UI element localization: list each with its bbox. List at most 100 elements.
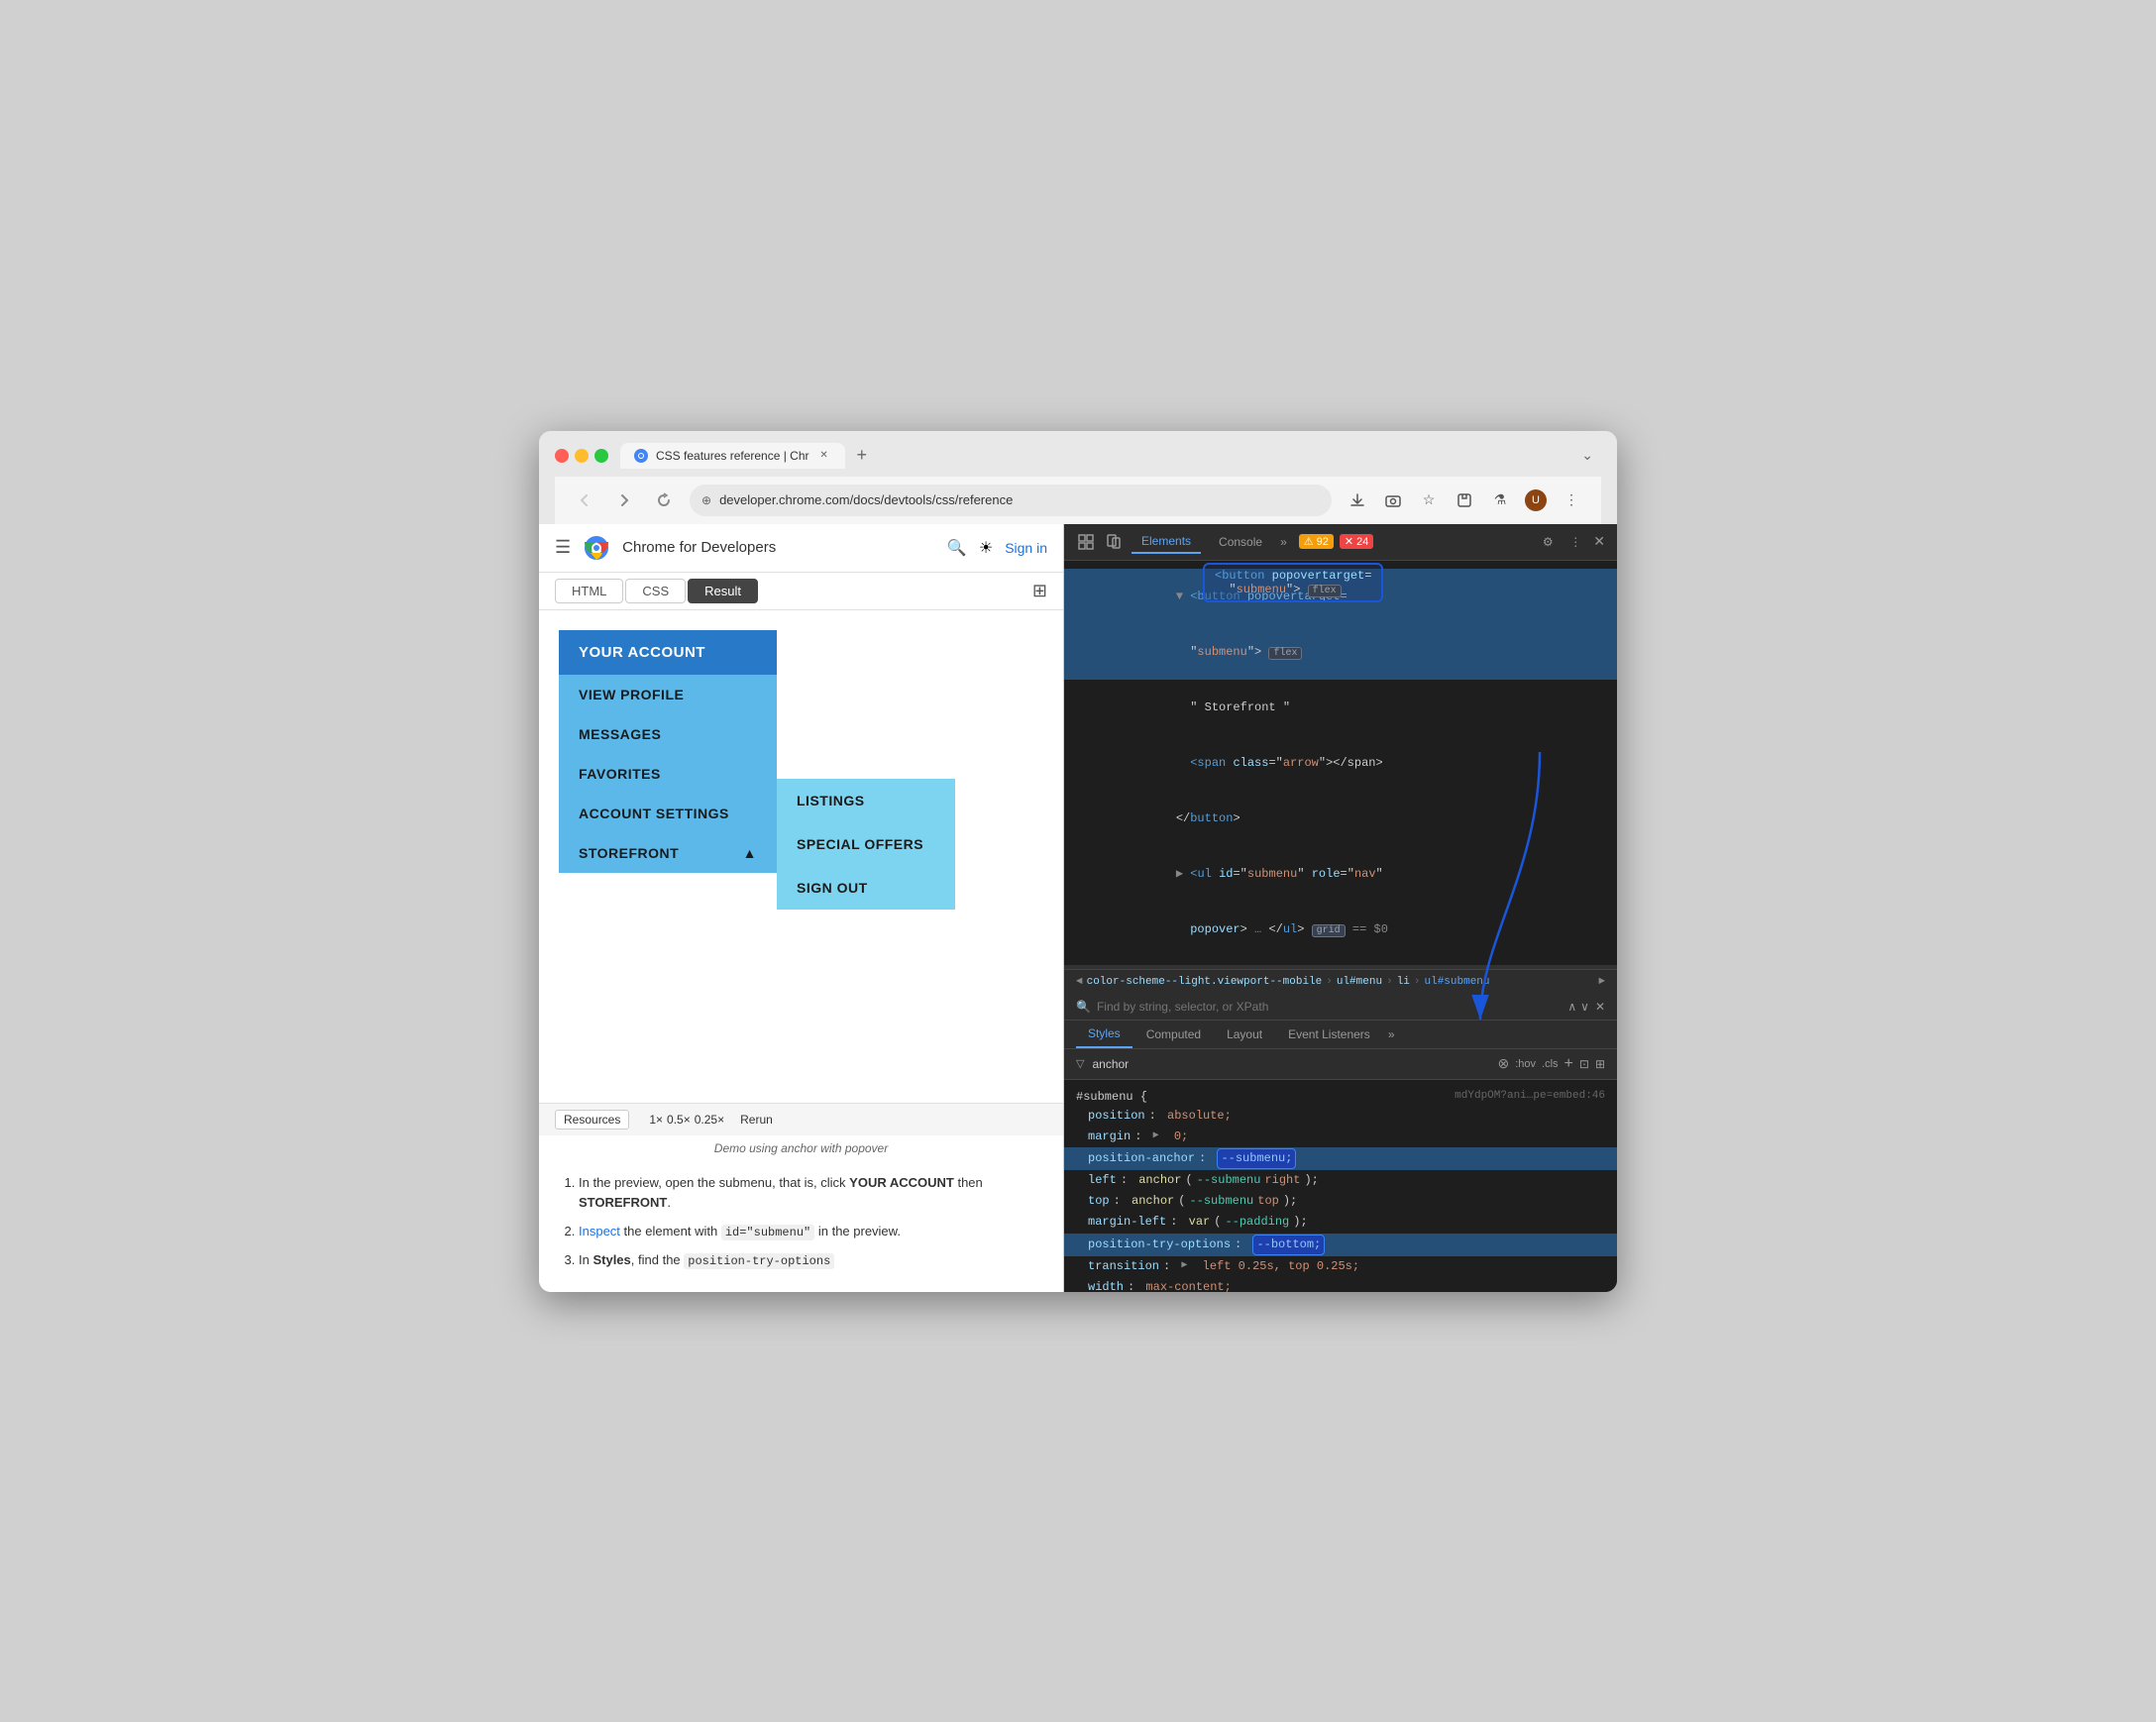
listings-item[interactable]: LISTINGS bbox=[777, 779, 955, 822]
extensions-icon[interactable] bbox=[1451, 486, 1478, 514]
error-badge: ✕ 24 bbox=[1340, 534, 1373, 549]
address-bar[interactable]: ⊕ developer.chrome.com/docs/devtools/css… bbox=[690, 484, 1332, 516]
html-tab[interactable]: HTML bbox=[555, 579, 623, 603]
css-prop-transition: transition: ▶ left 0.25s, top 0.25s; bbox=[1064, 1256, 1617, 1277]
device-toggle-icon[interactable] bbox=[1104, 532, 1124, 552]
html-callout-box: <button popovertarget= "submenu"> flex bbox=[1203, 563, 1383, 602]
mult-1x-button[interactable]: 1× bbox=[649, 1113, 663, 1127]
labs-icon[interactable]: ⚗ bbox=[1486, 486, 1514, 514]
instruction-3: In Styles, find the position-try-options bbox=[579, 1250, 1043, 1271]
refresh-button[interactable] bbox=[650, 486, 678, 514]
more-styles-tabs[interactable]: » bbox=[1388, 1027, 1395, 1041]
html-line-2[interactable]: "submenu"> flex bbox=[1064, 624, 1617, 680]
instructions: In the preview, open the submenu, that i… bbox=[539, 1161, 1063, 1292]
mult-05x-button[interactable]: 0.5× bbox=[667, 1113, 691, 1127]
more-options-icon[interactable]: ⋮ bbox=[1565, 532, 1585, 552]
rerun-button[interactable]: Rerun bbox=[740, 1113, 773, 1127]
favorites-item[interactable]: FAVORITES bbox=[559, 754, 777, 794]
warning-badge: ⚠ 92 bbox=[1299, 534, 1334, 549]
download-icon[interactable] bbox=[1344, 486, 1371, 514]
resources-label[interactable]: Resources bbox=[555, 1110, 629, 1130]
minimize-traffic-light[interactable] bbox=[575, 449, 589, 463]
breadcrumb-bar: ◄ color-scheme--light.viewport--mobile ›… bbox=[1064, 969, 1617, 994]
maximize-traffic-light[interactable] bbox=[594, 449, 608, 463]
filter-bar: ▽ ⊗ :hov .cls + ⊡ ⊞ bbox=[1064, 1049, 1617, 1080]
close-traffic-light[interactable] bbox=[555, 449, 569, 463]
storefront-item[interactable]: STOREFRONT ▲ bbox=[559, 833, 777, 873]
html-line-5[interactable]: </button> bbox=[1064, 791, 1617, 846]
browser-tab[interactable]: CSS features reference | Chr ✕ bbox=[620, 443, 845, 469]
search-arrows: ∧ ∨ bbox=[1567, 1000, 1589, 1014]
demo-area: YOUR ACCOUNT VIEW PROFILE MESSAGES FAVOR… bbox=[539, 610, 1063, 1103]
title-bar: CSS features reference | Chr ✕ + ⌄ ⊕ dev… bbox=[539, 431, 1617, 524]
special-offers-item[interactable]: SPECIAL OFFERS bbox=[777, 822, 955, 866]
html-line-7[interactable]: popover> … </ul> grid == $0 bbox=[1064, 902, 1617, 957]
mult-025x-button[interactable]: 0.25× bbox=[695, 1113, 724, 1127]
inspect-element-icon[interactable] bbox=[1076, 532, 1096, 552]
back-button[interactable] bbox=[571, 486, 598, 514]
tab-close-button[interactable]: ✕ bbox=[817, 449, 831, 463]
css-prop-margin: margin: ▶ 0; bbox=[1064, 1127, 1617, 1147]
chrome-dev-header: ☰ Chrome for Developers 🔍 ☀ Sign in bbox=[539, 524, 1063, 573]
view-profile-item[interactable]: VIEW PROFILE bbox=[559, 675, 777, 714]
sign-in-link[interactable]: Sign in bbox=[1005, 540, 1047, 556]
more-tabs-button[interactable]: » bbox=[1280, 535, 1287, 549]
webpage-panel: ☰ Chrome for Developers 🔍 ☀ Sign in bbox=[539, 524, 1064, 1292]
bookmark-icon[interactable]: ☆ bbox=[1415, 486, 1443, 514]
settings-icon[interactable]: ⊞ bbox=[1032, 581, 1047, 601]
search-icon[interactable]: 🔍 bbox=[947, 538, 967, 558]
copy-styles-icon[interactable]: ⊡ bbox=[1579, 1057, 1589, 1071]
messages-item[interactable]: MESSAGES bbox=[559, 714, 777, 754]
devtools-panel: Elements Console » ⚠ 92 ✕ 24 ⚙ ⋮ ✕ ▼ < bbox=[1064, 524, 1617, 1292]
filter-input[interactable] bbox=[1092, 1057, 1245, 1071]
menu-button[interactable]: ⋮ bbox=[1558, 486, 1585, 514]
sign-out-item[interactable]: SIGN OUT bbox=[777, 866, 955, 910]
css-prop-width: width: max-content; bbox=[1064, 1277, 1617, 1292]
breadcrumb-forward-arrow[interactable]: ► bbox=[1598, 976, 1605, 988]
new-rule-icon[interactable]: ⊞ bbox=[1595, 1057, 1605, 1071]
result-tab[interactable]: Result bbox=[688, 579, 758, 603]
html-line-4[interactable]: <span class="arrow"></span> bbox=[1064, 735, 1617, 791]
search-up-arrow[interactable]: ∧ bbox=[1567, 1000, 1576, 1014]
search-close-button[interactable]: ✕ bbox=[1595, 1000, 1605, 1014]
profile-avatar[interactable]: U bbox=[1522, 486, 1550, 514]
styles-tab[interactable]: Styles bbox=[1076, 1021, 1132, 1048]
elements-tab[interactable]: Elements bbox=[1132, 530, 1201, 554]
breadcrumb-arrow[interactable]: ◄ bbox=[1076, 976, 1083, 988]
css-prop-margin-left: margin-left: var(--padding); bbox=[1064, 1212, 1617, 1233]
css-selector: #submenu { bbox=[1076, 1090, 1147, 1104]
arrow-icon: ▲ bbox=[743, 845, 757, 861]
class-toggle[interactable]: .cls bbox=[1542, 1058, 1559, 1070]
theme-toggle-icon[interactable]: ☀ bbox=[979, 538, 993, 558]
devtools-close-button[interactable]: ✕ bbox=[1593, 533, 1605, 550]
hover-toggle[interactable]: :hov bbox=[1515, 1058, 1536, 1070]
filter-clear-button[interactable]: ⊗ bbox=[1498, 1055, 1510, 1072]
event-listeners-tab[interactable]: Event Listeners bbox=[1276, 1022, 1382, 1047]
account-settings-item[interactable]: ACCOUNT SETTINGS bbox=[559, 794, 777, 833]
breadcrumb-item-1[interactable]: color-scheme--light.viewport--mobile bbox=[1087, 976, 1323, 988]
breadcrumb-item-3[interactable]: li bbox=[1397, 976, 1410, 988]
search-bar: 🔍 ∧ ∨ ✕ bbox=[1064, 994, 1617, 1021]
camera-icon[interactable] bbox=[1379, 486, 1407, 514]
css-area: #submenu { mdYdpOM?ani…pe=embed:46 posit… bbox=[1064, 1080, 1617, 1292]
breadcrumb-item-4[interactable]: ul#submenu bbox=[1425, 976, 1490, 988]
computed-tab[interactable]: Computed bbox=[1134, 1022, 1213, 1047]
search-input-dt[interactable] bbox=[1097, 1000, 1562, 1014]
your-account-button[interactable]: YOUR ACCOUNT bbox=[559, 630, 777, 675]
css-tab[interactable]: CSS bbox=[625, 579, 686, 603]
html-line-6[interactable]: ▶ <ul id="submenu" role="nav" bbox=[1064, 846, 1617, 902]
breadcrumb-item-2[interactable]: ul#menu bbox=[1337, 976, 1382, 988]
settings-gear-icon[interactable]: ⚙ bbox=[1538, 532, 1558, 552]
security-icon: ⊕ bbox=[701, 493, 711, 507]
html-line-3[interactable]: " Storefront " bbox=[1064, 680, 1617, 735]
add-style-button[interactable]: + bbox=[1564, 1055, 1573, 1073]
css-rule-header: #submenu { mdYdpOM?ani…pe=embed:46 bbox=[1064, 1088, 1617, 1106]
window-menu-button[interactable]: ⌄ bbox=[1573, 447, 1601, 464]
console-tab[interactable]: Console bbox=[1209, 531, 1272, 553]
instruction-2: Inspect the element with id="submenu" in… bbox=[579, 1222, 1043, 1242]
hamburger-menu-icon[interactable]: ☰ bbox=[555, 537, 571, 558]
search-down-arrow[interactable]: ∨ bbox=[1580, 1000, 1589, 1014]
forward-button[interactable] bbox=[610, 486, 638, 514]
layout-tab[interactable]: Layout bbox=[1215, 1022, 1274, 1047]
new-tab-button[interactable]: + bbox=[849, 445, 876, 466]
